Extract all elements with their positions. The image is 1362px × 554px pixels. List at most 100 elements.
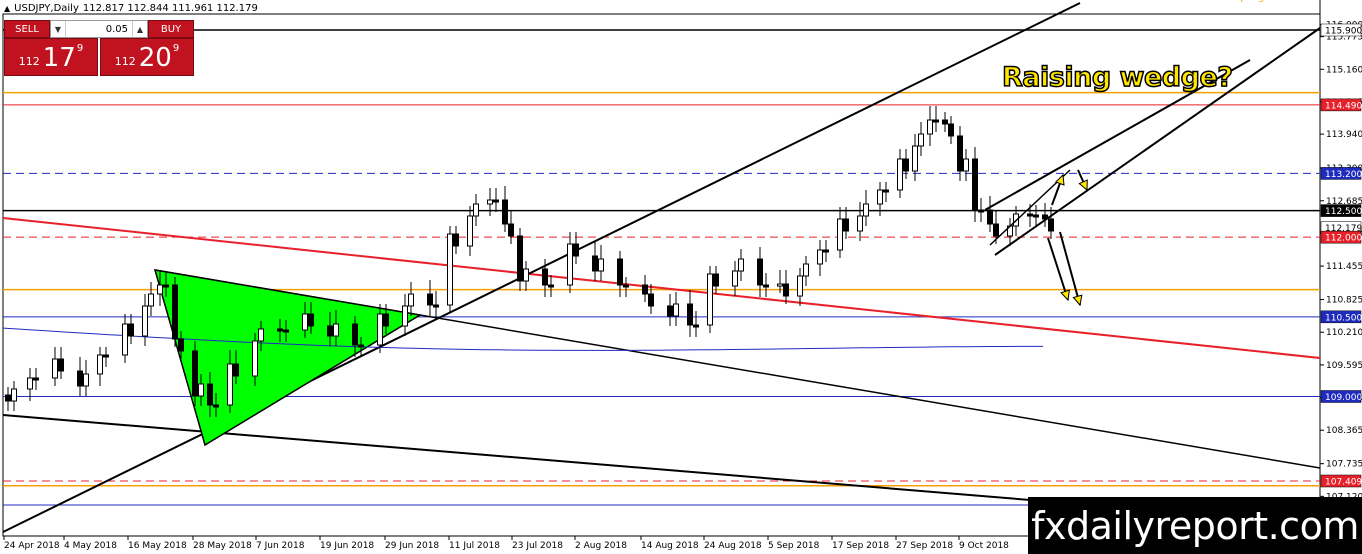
candle-body — [453, 233, 459, 247]
candle-body — [97, 354, 103, 375]
price-tag-label: 110.500 — [1325, 313, 1362, 323]
candle-body — [837, 218, 843, 251]
candle-body — [77, 370, 83, 387]
candle-body — [402, 305, 408, 327]
candle-body — [972, 158, 978, 211]
candle-body — [58, 358, 64, 372]
candle-body — [673, 303, 679, 317]
candle-body — [817, 249, 823, 265]
candle-body — [777, 283, 783, 287]
candle-body — [1048, 218, 1054, 232]
candle-body — [912, 145, 918, 172]
candle-body — [473, 203, 479, 217]
candle-body — [927, 119, 933, 135]
y-tick-label: 108.365 — [1326, 426, 1362, 436]
brand-watermark: fxdailyreport.com — [1028, 497, 1362, 554]
price-tag-label: 112.000 — [1325, 234, 1362, 244]
candle-body — [693, 324, 699, 328]
x-tick-label: 17 Sep 2018 — [832, 541, 889, 551]
candle-body — [408, 293, 414, 307]
lot-size-stepper[interactable]: ▼ ▲ — [50, 20, 148, 38]
collapse-triangle-icon[interactable]: ▲ — [4, 4, 10, 13]
candle-body — [732, 270, 738, 287]
candle-body — [573, 243, 579, 257]
candle-body — [863, 203, 869, 217]
candle-body — [648, 293, 654, 307]
candle-body — [903, 158, 909, 172]
candle-body — [592, 255, 598, 272]
candle-body — [302, 313, 308, 331]
candle-body — [233, 363, 239, 377]
candle-body — [83, 373, 89, 387]
buy-quote[interactable]: 112 20 9 — [100, 38, 194, 76]
candle-body — [987, 209, 993, 225]
candle-body — [642, 284, 648, 295]
candle-body — [327, 325, 333, 337]
candle-body — [333, 323, 339, 337]
sell-quote-big-figure: 112 — [18, 55, 40, 68]
x-tick-label: 11 Jul 2018 — [449, 541, 500, 551]
candle-body — [308, 313, 314, 327]
chevron-up-icon[interactable]: ▲ — [132, 21, 147, 37]
candle-body — [542, 268, 548, 286]
candle-body — [447, 233, 453, 306]
y-tick-label: 110.825 — [1326, 296, 1362, 306]
price-tag-label: 115.900 — [1325, 27, 1362, 37]
sell-quote-pips: 17 — [42, 43, 76, 73]
chevron-down-icon[interactable]: ▼ — [51, 21, 66, 37]
candle-body — [1027, 213, 1033, 217]
candle-body — [508, 223, 514, 237]
candle-body — [667, 305, 673, 317]
candle-body — [11, 388, 17, 402]
candle-body — [178, 338, 184, 352]
candle-body — [757, 258, 763, 286]
candle-body — [1033, 214, 1039, 218]
price-tag-label: 113.200 — [1325, 170, 1362, 180]
price-tag-label: 112.500 — [1325, 207, 1362, 217]
buy-quote-fraction: 9 — [172, 43, 180, 54]
candle-body — [377, 313, 383, 346]
price-tag-label: 107.409 — [1325, 478, 1362, 488]
sell-quote[interactable]: 112 17 9 — [4, 38, 98, 76]
chart-window[interactable]: Low - 114.720Trap Area - 111.013High - 1… — [0, 0, 1362, 554]
lot-size-input[interactable] — [66, 21, 132, 37]
candle-body — [5, 394, 11, 402]
candle-body — [227, 363, 233, 406]
buy-quote-big-figure: 112 — [114, 55, 136, 68]
chart-title: ▲ USDJPY,Daily 112.817 112.844 111.961 1… — [4, 3, 258, 14]
candle-body — [148, 293, 154, 307]
candle-body — [523, 268, 529, 282]
candle-body — [122, 323, 128, 356]
candle-body — [957, 135, 963, 172]
x-tick-label: 19 Jun 2018 — [320, 541, 374, 551]
y-tick-label: 115.160 — [1326, 65, 1362, 75]
sell-button[interactable]: SELL — [4, 20, 50, 38]
x-tick-label: 28 May 2018 — [193, 541, 252, 551]
candle-body — [517, 235, 523, 282]
candle-body — [163, 284, 169, 288]
candle-body — [358, 344, 364, 348]
candle-body — [623, 284, 629, 288]
candle-body — [383, 313, 389, 327]
level-label: High - 107.320 — [1249, 0, 1316, 3]
candle-body — [877, 189, 883, 205]
candle-body — [252, 340, 258, 377]
buy-quote-pips: 20 — [138, 43, 172, 73]
candle-body — [843, 218, 849, 232]
x-tick-label: 7 Jun 2018 — [256, 541, 305, 551]
candle-body — [467, 215, 473, 247]
buy-button[interactable]: BUY — [148, 20, 194, 38]
candle-body — [933, 119, 939, 123]
candle-body — [172, 284, 178, 340]
candle-body — [598, 258, 604, 272]
candle-body — [738, 258, 744, 272]
candle-body — [502, 199, 508, 225]
sell-quote-fraction: 9 — [76, 43, 84, 54]
y-tick-label: 111.455 — [1326, 262, 1362, 272]
x-tick-label: 27 Sep 2018 — [896, 541, 953, 551]
y-tick-label: 113.940 — [1326, 130, 1362, 140]
candle-body — [897, 158, 903, 191]
candle-body — [128, 323, 134, 337]
candle-body — [687, 303, 693, 326]
candle-body — [548, 284, 554, 288]
